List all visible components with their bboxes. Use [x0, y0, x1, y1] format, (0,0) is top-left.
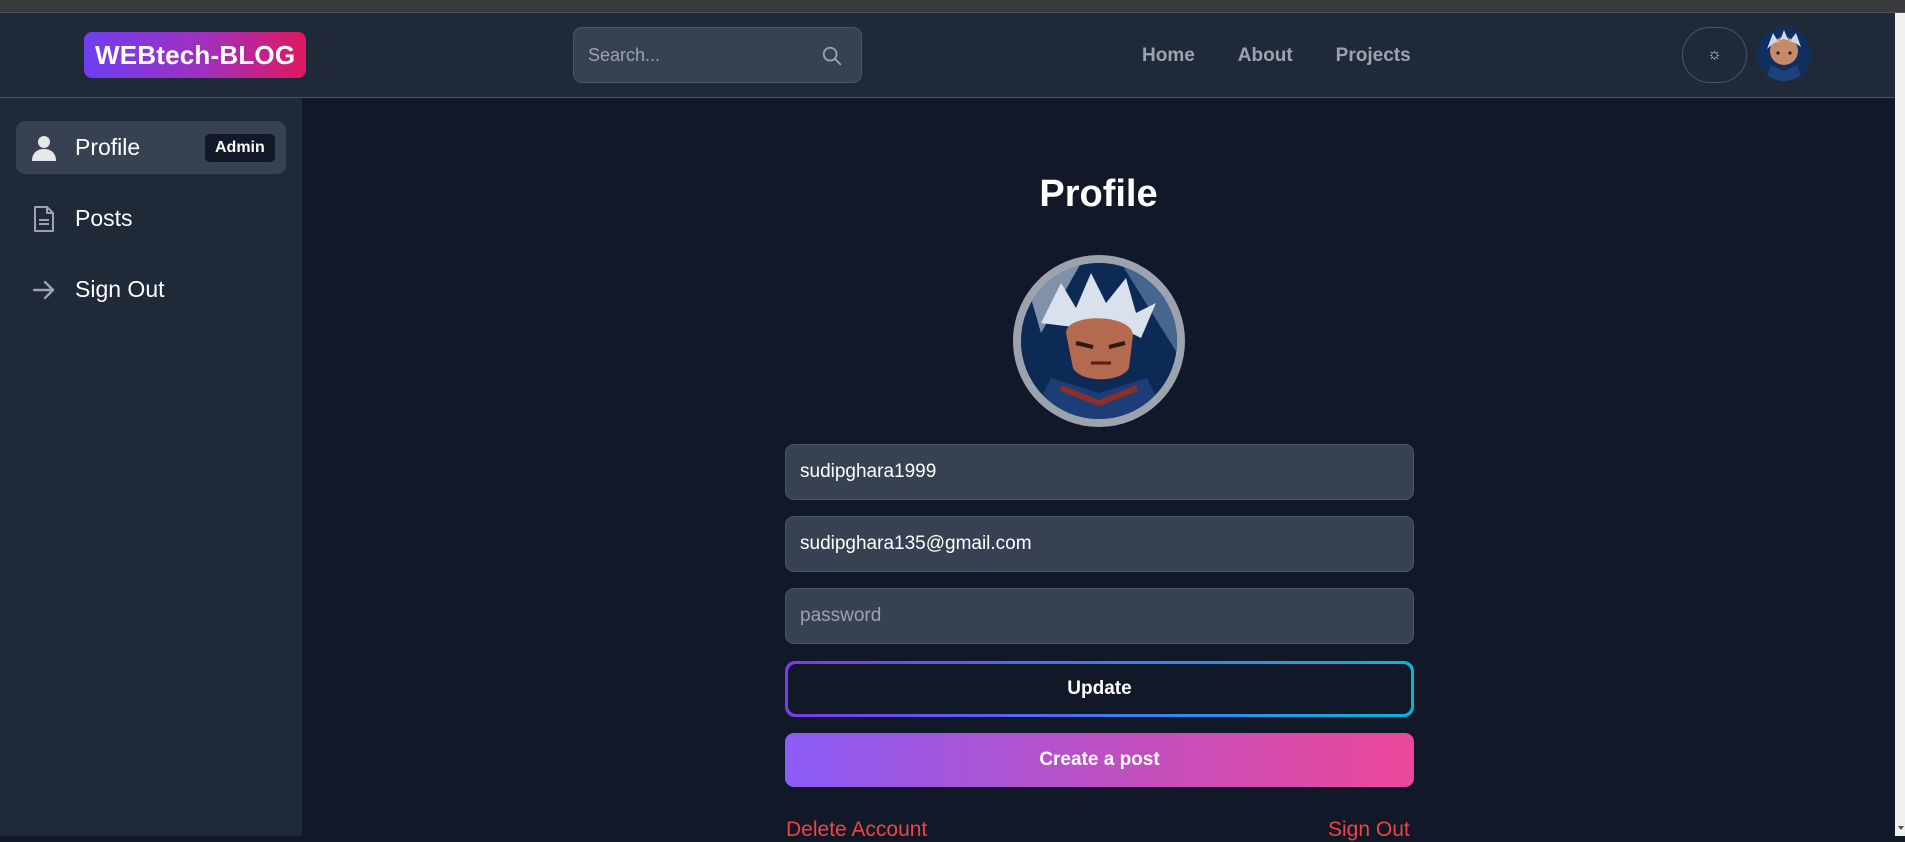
sidebar-item-profile[interactable]: Profile Admin: [16, 121, 286, 174]
sign-out-link[interactable]: Sign Out: [1328, 818, 1410, 842]
sidebar-item-label: Posts: [75, 205, 133, 231]
scroll-down-arrow-icon[interactable]: [1898, 826, 1904, 830]
search-input[interactable]: [574, 28, 814, 82]
nav-link-projects[interactable]: Projects: [1336, 45, 1411, 67]
sun-icon: ☼: [1707, 46, 1722, 63]
navbar: WEBtech-BLOG Home About Projects ☼: [0, 13, 1895, 98]
email-field[interactable]: [785, 516, 1414, 572]
sidebar-item-label: Profile: [75, 134, 141, 160]
create-post-button[interactable]: Create a post: [785, 733, 1414, 787]
search-icon[interactable]: [821, 45, 843, 67]
nav-links: Home About Projects: [1142, 45, 1411, 67]
nav-link-home[interactable]: Home: [1142, 45, 1195, 67]
search-box: [573, 27, 862, 83]
page-title: Profile: [1039, 173, 1158, 215]
arrow-right-icon: [30, 276, 57, 303]
sidebar-item-sign-out[interactable]: Sign Out: [16, 263, 286, 316]
avatar-image: [1757, 27, 1811, 81]
profile-avatar-image: [1021, 263, 1177, 419]
nav-link-about[interactable]: About: [1238, 45, 1293, 67]
user-avatar[interactable]: [1757, 27, 1811, 81]
theme-toggle-button[interactable]: ☼: [1682, 27, 1747, 83]
site-logo[interactable]: WEBtech-BLOG: [84, 32, 307, 78]
username-field[interactable]: [785, 444, 1414, 500]
user-icon: [30, 134, 57, 161]
profile-main: Profile Update Create a post Delete Acco…: [302, 98, 1895, 841]
document-icon: [30, 205, 57, 232]
update-button[interactable]: Update: [785, 661, 1414, 717]
page-scrollbar[interactable]: [1895, 13, 1905, 836]
update-button-label: Update: [788, 664, 1411, 714]
password-field[interactable]: [785, 588, 1414, 644]
profile-avatar[interactable]: [1013, 255, 1185, 427]
sidebar-item-posts[interactable]: Posts: [16, 192, 286, 245]
sidebar-item-label: Sign Out: [75, 276, 165, 302]
admin-badge: Admin: [205, 134, 275, 162]
browser-top-strip: [0, 0, 1905, 13]
sidebar: Profile Admin Posts Sign Out: [0, 98, 302, 836]
delete-account-link[interactable]: Delete Account: [786, 818, 927, 842]
